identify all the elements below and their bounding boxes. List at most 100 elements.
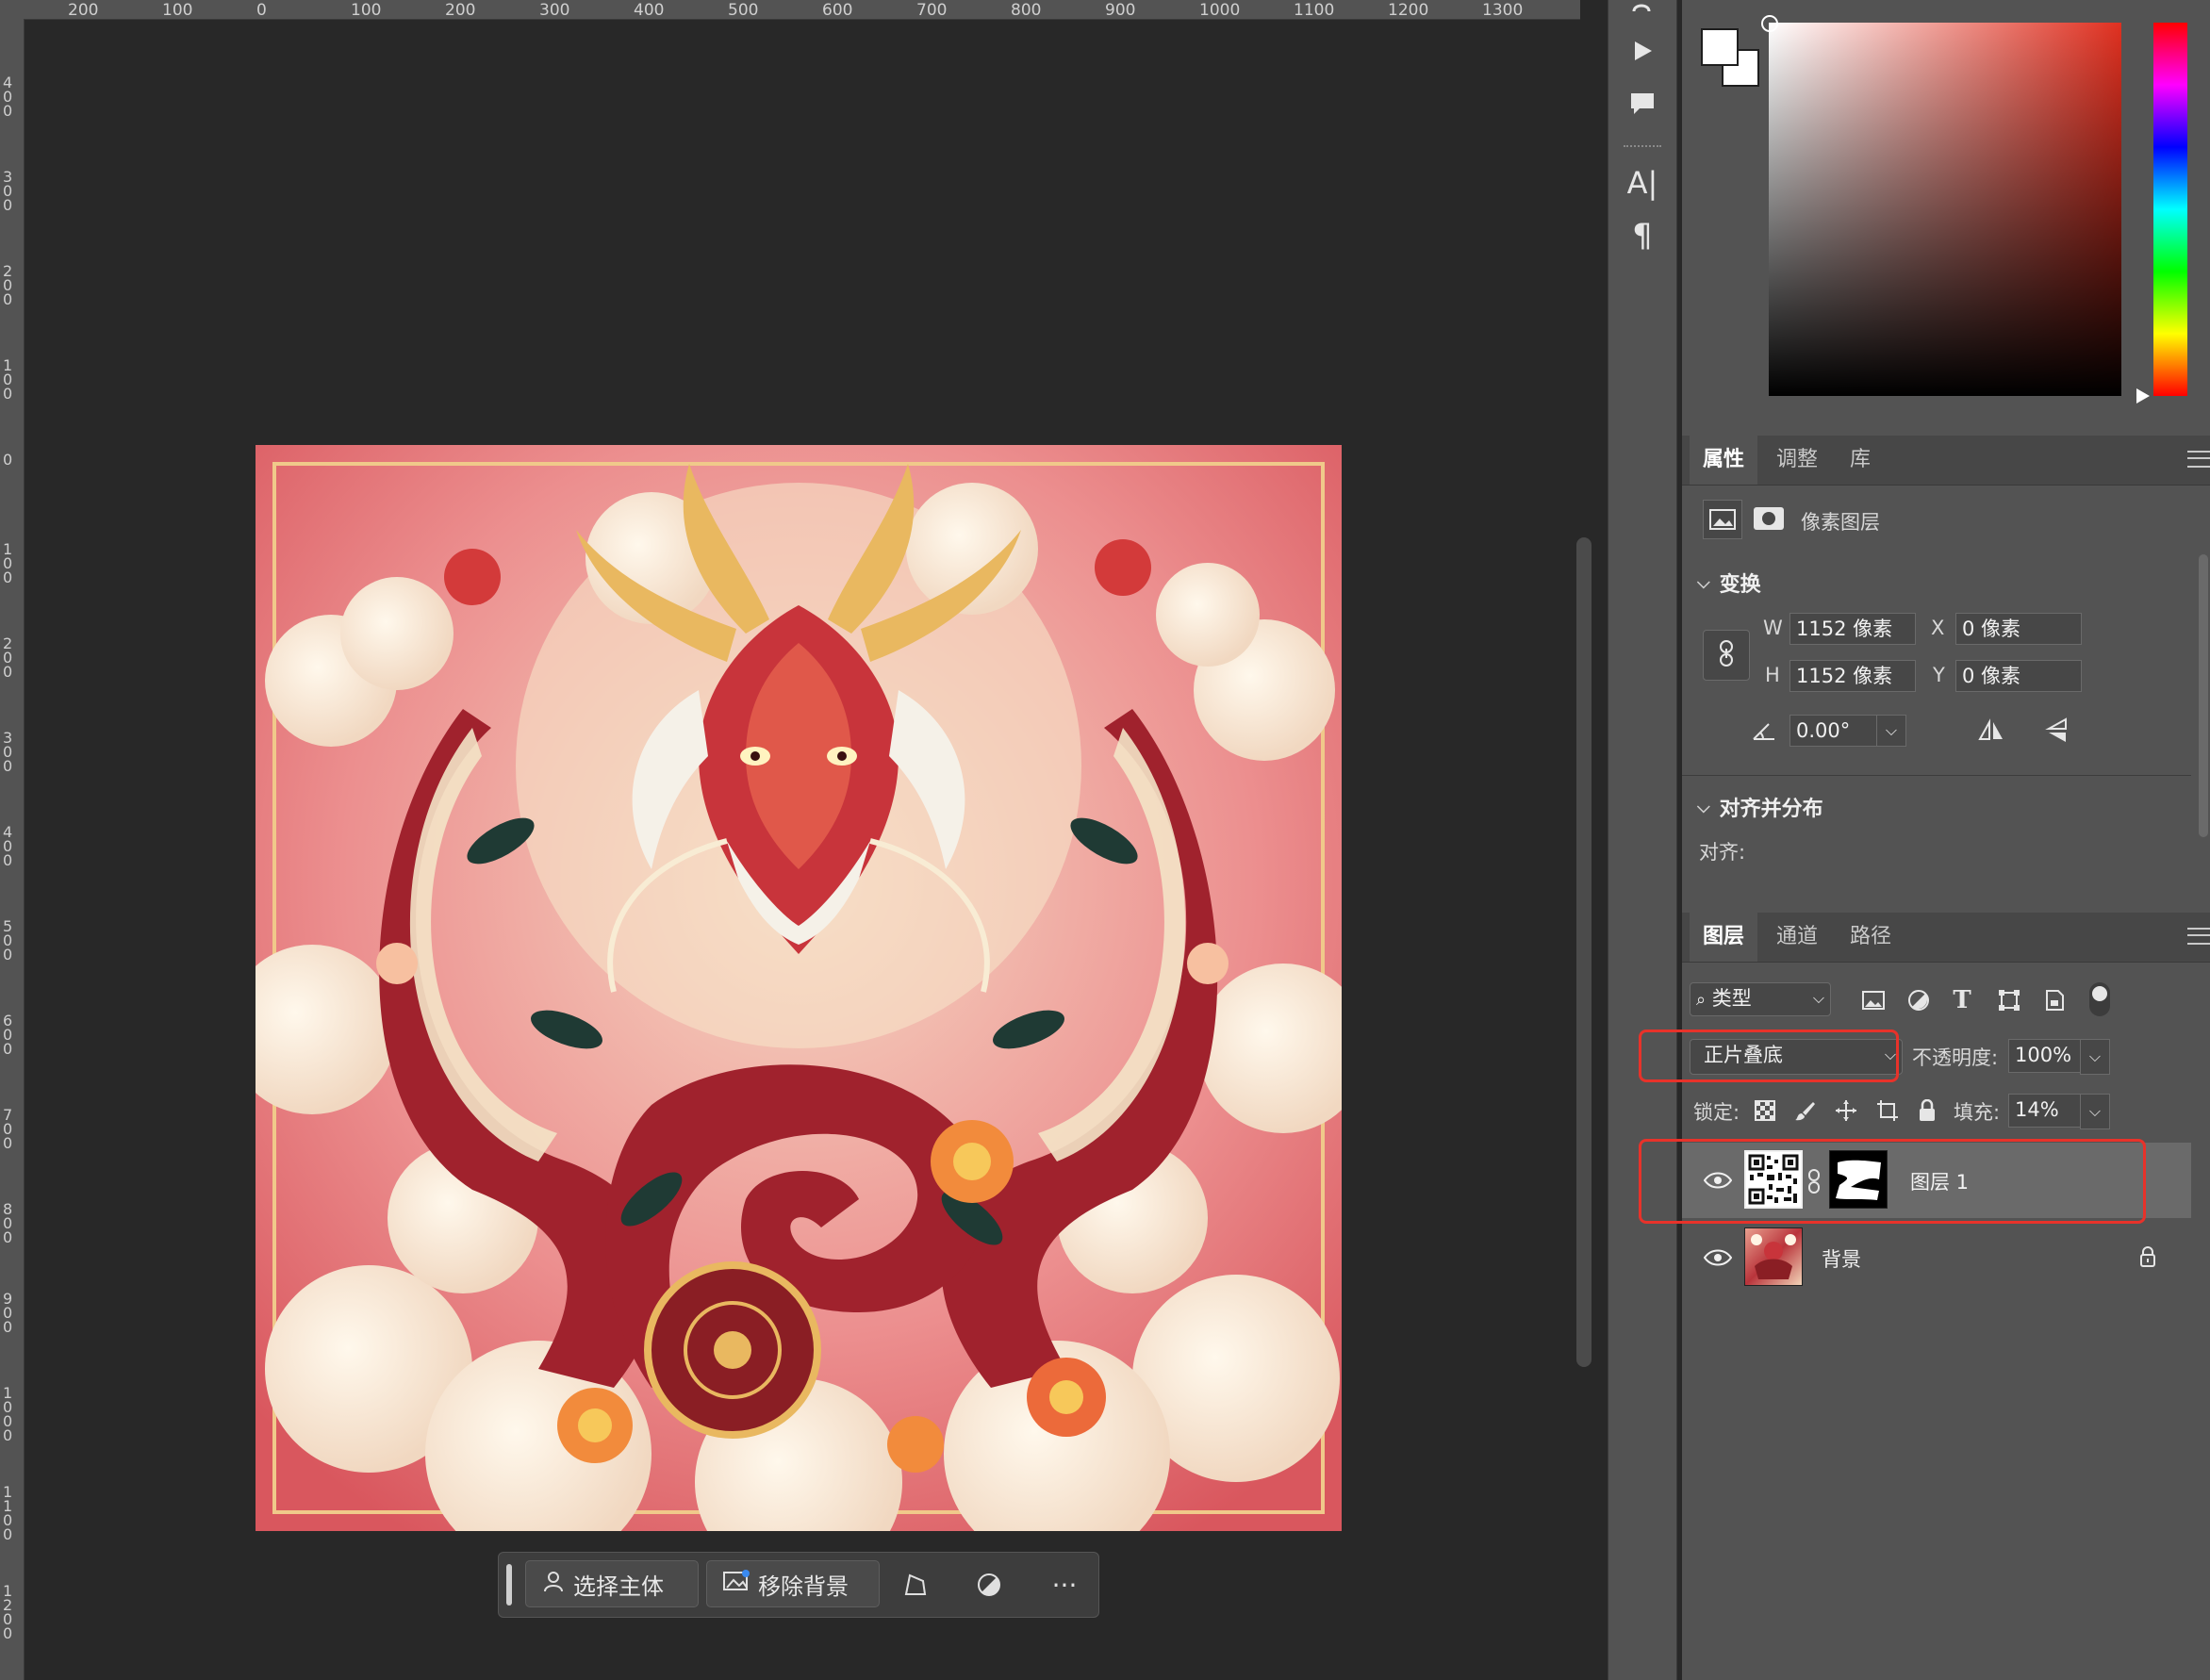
foreground-color-swatch[interactable] — [1701, 28, 1739, 66]
ruler-label: 200 — [3, 634, 13, 681]
y-label: Y — [1933, 664, 1945, 686]
angle-field[interactable]: 0.00° ⌵ — [1789, 715, 1906, 747]
ruler-label: 600 — [822, 1, 853, 20]
lock-position-icon[interactable] — [1833, 1097, 1859, 1124]
eye-icon[interactable] — [1703, 1243, 1733, 1273]
ruler-label: 1100 — [3, 1483, 13, 1543]
ruler-label: 300 — [3, 729, 13, 775]
link-dimensions-button[interactable] — [1703, 630, 1750, 681]
layer-name[interactable]: 背景 — [1822, 1244, 1861, 1273]
dragon-artwork[interactable] — [256, 445, 1342, 1531]
chevron-down-icon: ⌵ — [1812, 989, 1824, 1007]
chevron-down-icon: ⌵ — [1697, 572, 1710, 593]
ruler-label: 800 — [1011, 1, 1042, 20]
transform-icon[interactable] — [897, 1566, 934, 1604]
ruler-label: 1100 — [1294, 1, 1335, 20]
select-subject-icon — [541, 1569, 566, 1599]
tab-paths[interactable]: 路径 — [1837, 913, 1905, 962]
lock-transparent-icon[interactable] — [1752, 1097, 1778, 1124]
tab-channels[interactable]: 通道 — [1763, 913, 1831, 962]
layer-filter-select[interactable]: ⌕ 类型 ⌵ — [1690, 982, 1831, 1016]
chevron-down-icon[interactable]: ⌵ — [1876, 716, 1905, 746]
width-label: W — [1763, 617, 1783, 639]
transform-section-header[interactable]: ⌵ 变换 — [1697, 568, 1761, 598]
layer-type-label: 像素图层 — [1801, 511, 1880, 534]
more-icon[interactable]: ··· — [1046, 1566, 1083, 1604]
color-picker-cursor[interactable] — [1761, 15, 1778, 32]
chevron-down-icon[interactable]: ⌵ — [2080, 1094, 2110, 1129]
link-icon — [1717, 639, 1736, 671]
layer-mask-icon[interactable] — [1750, 500, 1788, 537]
character-icon[interactable]: A| — [1624, 164, 1661, 202]
image-filter-icon[interactable] — [1859, 986, 1888, 1014]
history-icon[interactable] — [1624, 0, 1661, 28]
height-field[interactable]: 1152 像素 — [1789, 660, 1916, 692]
lock-icon[interactable] — [2135, 1243, 2161, 1271]
layer-thumbnail-background[interactable] — [1744, 1227, 1803, 1286]
align-section-header[interactable]: ⌵ 对齐并分布 — [1697, 792, 1823, 822]
tab-layers[interactable]: 图层 — [1690, 913, 1758, 962]
ruler-label: 400 — [634, 1, 665, 20]
smart-object-filter-icon[interactable] — [2040, 986, 2069, 1014]
tool-divider — [1624, 145, 1661, 151]
width-field[interactable]: 1152 像素 — [1789, 613, 1916, 645]
adjustment-filter-icon[interactable] — [1905, 986, 1933, 1014]
ruler-label: 100 — [162, 1, 193, 20]
angle-icon — [1750, 716, 1778, 745]
tab-libraries[interactable]: 库 — [1837, 436, 1884, 485]
drag-handle[interactable] — [506, 1564, 512, 1606]
chevron-down-icon[interactable]: ⌵ — [2080, 1039, 2110, 1075]
fill-label: 填充: — [1954, 1101, 2001, 1124]
canvas-scrollbar[interactable] — [1576, 537, 1592, 1367]
color-swatches[interactable] — [1701, 28, 1759, 87]
ruler-label: 300 — [539, 1, 570, 20]
filter-toggle-icon[interactable] — [2089, 982, 2110, 1016]
layer-row-background[interactable]: 背景 — [1682, 1220, 2191, 1295]
ruler-label: 100 — [351, 1, 382, 20]
tab-adjustments[interactable]: 调整 — [1763, 436, 1831, 485]
select-subject-button[interactable]: 选择主体 — [525, 1560, 699, 1607]
play-icon[interactable] — [1624, 32, 1661, 70]
tab-properties[interactable]: 属性 — [1690, 436, 1758, 485]
layer-1-highlight — [1639, 1139, 2146, 1224]
chevron-down-icon: ⌵ — [1697, 797, 1710, 817]
x-field[interactable]: 0 像素 — [1955, 613, 2082, 645]
ruler-label: 200 — [445, 1, 476, 20]
paragraph-icon[interactable]: ¶ — [1624, 217, 1661, 255]
adjust-icon[interactable] — [970, 1566, 1008, 1604]
remove-background-button[interactable]: 移除背景 — [706, 1560, 880, 1607]
layers-tabbar: 图层 通道 路径 — [1682, 913, 2210, 963]
flip-vertical-icon[interactable] — [2040, 715, 2074, 747]
ruler-label: 200 — [3, 262, 13, 308]
hue-slider[interactable] — [2153, 23, 2187, 396]
shape-filter-icon[interactable] — [1995, 986, 2023, 1014]
align-label: 对齐: — [1699, 841, 1746, 864]
properties-scrollbar[interactable] — [2199, 554, 2208, 837]
lock-label: 锁定: — [1693, 1101, 1740, 1124]
horizontal-ruler[interactable]: 200 100 0 100 200 300 400 500 600 700 80… — [0, 0, 1580, 20]
panel-menu-icon[interactable] — [2187, 928, 2210, 945]
remove-background-icon — [722, 1569, 750, 1599]
ruler-label: 1200 — [3, 1582, 13, 1642]
ruler-label: 500 — [728, 1, 759, 20]
ruler-label: 900 — [3, 1290, 13, 1336]
height-label: H — [1765, 664, 1780, 686]
vertical-ruler[interactable]: 400 300 200 100 0 100 200 300 400 500 60… — [0, 19, 25, 1680]
comment-icon[interactable] — [1624, 85, 1661, 123]
ruler-label: 1000 — [3, 1384, 13, 1444]
lock-artboard-icon[interactable] — [1874, 1097, 1901, 1124]
type-filter-icon[interactable]: T — [1948, 986, 1976, 1014]
align-title: 对齐并分布 — [1719, 798, 1823, 821]
flip-horizontal-icon[interactable] — [1974, 715, 2008, 747]
panel-menu-icon[interactable] — [2187, 451, 2210, 468]
tool-strip: A| ¶ — [1608, 0, 1677, 1680]
search-icon: ⌕ — [1696, 990, 1707, 1010]
lock-paint-icon[interactable] — [1791, 1097, 1818, 1124]
hue-slider-handle[interactable] — [2136, 388, 2150, 404]
y-field[interactable]: 0 像素 — [1955, 660, 2082, 692]
select-subject-label: 选择主体 — [573, 1573, 664, 1600]
lock-all-icon[interactable] — [1914, 1097, 1940, 1124]
ruler-label: 300 — [3, 168, 13, 214]
color-picker-field[interactable] — [1761, 15, 2121, 396]
section-divider — [1682, 775, 2191, 776]
